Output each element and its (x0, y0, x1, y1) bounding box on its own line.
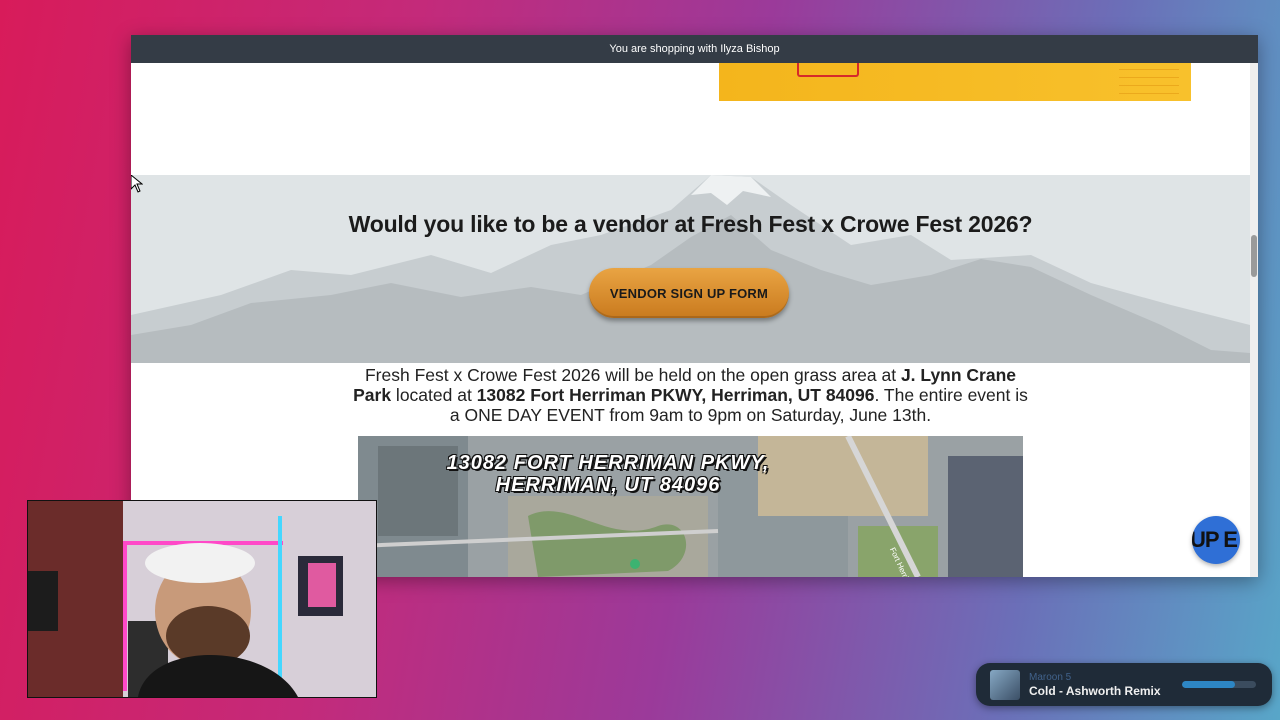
event-address: 13082 Fort Herriman PKWY, Herriman, UT 8… (476, 385, 875, 405)
page-scrollbar[interactable] (1250, 63, 1258, 577)
scrollbar-thumb[interactable] (1251, 235, 1257, 277)
event-map-image[interactable]: 13082 FORT HERRIMAN PKWY, HERRIMAN, UT 8… (358, 436, 1023, 577)
map-caption-line2: HERRIMAN, UT 84096 (495, 474, 721, 496)
now-playing-progress-fill (1182, 681, 1236, 688)
shopping-with-text: You are shopping with Ilyza Bishop (609, 43, 780, 55)
event-details-part2: located at (391, 385, 477, 405)
banner-pattern (1119, 69, 1179, 94)
album-art-icon (990, 669, 1020, 700)
vendor-hero-section: Would you like to be a vendor at Fresh F… (131, 175, 1250, 363)
now-playing-progress (1182, 681, 1256, 688)
vendor-sign-up-button[interactable]: VENDOR SIGN UP FORM (589, 268, 789, 318)
chat-widget-button[interactable]: UP E (1192, 516, 1240, 564)
webcam-overlay (27, 500, 377, 698)
map-caption-line1: 13082 FORT HERRIMAN PKWY, (446, 452, 770, 474)
map-address-caption: 13082 FORT HERRIMAN PKWY, HERRIMAN, UT 8… (358, 452, 858, 496)
now-playing-text: Maroon 5 Cold - Ashworth Remix (1029, 672, 1161, 698)
browser-window: You are shopping with Ilyza Bishop Would… (131, 35, 1258, 577)
chat-widget-text: UP E (1192, 527, 1238, 552)
webcam-feed-image (28, 501, 376, 697)
event-details-part1: Fresh Fest x Crowe Fest 2026 will be hel… (364, 365, 901, 385)
mouse-cursor-icon (131, 175, 143, 193)
now-playing-widget[interactable]: Maroon 5 Cold - Ashworth Remix (976, 663, 1272, 706)
event-details-text: Fresh Fest x Crowe Fest 2026 will be hel… (351, 365, 1030, 425)
now-playing-song: Cold - Ashworth Remix (1029, 683, 1161, 698)
promo-banner-image[interactable] (719, 63, 1191, 101)
now-playing-artist: Maroon 5 (1029, 671, 1072, 683)
shopping-with-bar: You are shopping with Ilyza Bishop (131, 35, 1258, 63)
vendor-heading: Would you like to be a vendor at Fresh F… (348, 211, 1033, 237)
